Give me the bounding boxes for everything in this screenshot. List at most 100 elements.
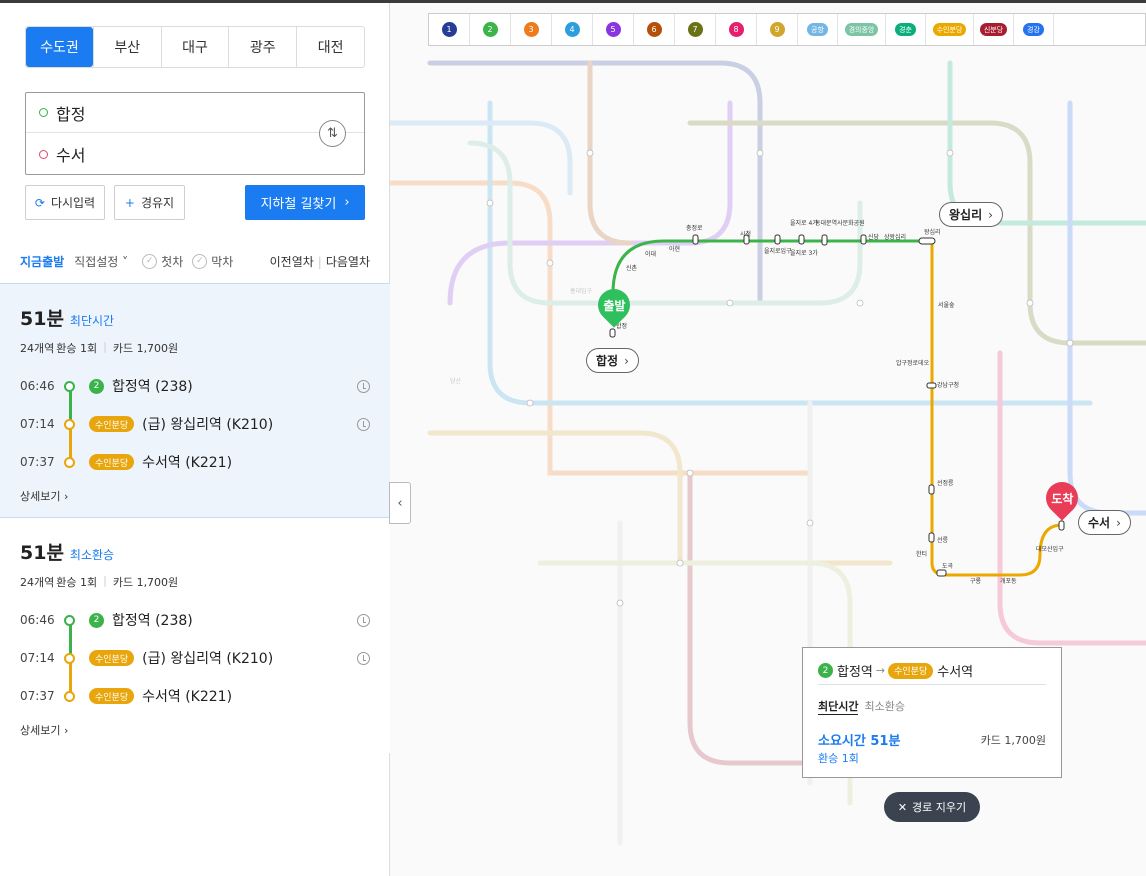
route-search-box: 합정 수서 ⇅ xyxy=(25,92,365,175)
find-route-button[interactable]: 지하철 길찾기 › xyxy=(245,185,365,220)
tab-region-seoul[interactable]: 수도권 xyxy=(26,27,93,67)
first-train-checkbox[interactable]: ✓ 첫차 xyxy=(142,253,183,270)
stop-time: 07:37 xyxy=(20,689,55,703)
popup-header: 2 합정역 → 수인분당 수서역 xyxy=(818,657,1046,685)
clock-icon[interactable] xyxy=(357,651,370,665)
add-waypoint-button[interactable]: + 경유지 xyxy=(114,185,185,220)
clock-icon[interactable] xyxy=(357,417,370,431)
station-chip-hapjeong[interactable]: 합정 › xyxy=(586,348,639,373)
chip-label: 합정 xyxy=(596,354,619,368)
stop-name: (급) 왕십리역 (K210) xyxy=(142,651,274,667)
line-filter-9[interactable]: 9 xyxy=(757,14,798,45)
line-filter-gyeongchun[interactable]: 경춘 xyxy=(886,14,926,45)
line-badge: 4 xyxy=(564,22,580,37)
route-duration: 51분 xyxy=(20,308,64,330)
chevron-right-icon: › xyxy=(988,207,993,222)
line-filter-airport[interactable]: 공항 xyxy=(798,14,838,45)
line-badge: 2 xyxy=(89,612,104,628)
route-result-fastest[interactable]: 51분 최단시간 24개역 환승 1회 | 카드 1,700원 06:46 2 … xyxy=(0,283,390,518)
end-pin[interactable]: 도착 xyxy=(1039,475,1085,521)
destination-field[interactable]: 수서 xyxy=(26,134,316,174)
clear-route-button[interactable]: ✕ 경로 지우기 xyxy=(884,792,980,822)
station-chip-suseo[interactable]: 수서 › xyxy=(1078,510,1131,535)
chevron-right-icon: › xyxy=(344,195,350,210)
station-label: 아현 xyxy=(669,245,680,253)
stop-time: 06:46 xyxy=(20,379,55,393)
collapse-panel-button[interactable]: ‹ xyxy=(389,482,411,524)
stop-name: 합정역 (238) xyxy=(112,613,193,629)
route-result-fewest-transfers[interactable]: 51분 최소환승 24개역 환승 1회 | 카드 1,700원 06:46 2 … xyxy=(0,518,390,753)
tab-fastest[interactable]: 최단시간 xyxy=(818,698,859,715)
line-filter-6[interactable]: 6 xyxy=(634,14,675,45)
clock-icon[interactable] xyxy=(357,613,370,627)
end-pin-label: 도착 xyxy=(1050,491,1074,506)
route-panel: 수도권 부산 대구 광주 대전 합정 수서 ⇅ ⟳ 다시입력 + 경유지 지하철… xyxy=(0,3,390,876)
station-label: 서울숲 xyxy=(938,301,955,309)
next-train-link[interactable]: 다음열차 xyxy=(326,255,370,269)
station-label: 시청 xyxy=(740,231,751,238)
line-filter-shinbundang[interactable]: 신분당 xyxy=(974,14,1014,45)
stop-time: 07:14 xyxy=(20,651,55,665)
prev-train-link[interactable]: 이전열차 xyxy=(270,255,314,269)
line-badge: 경춘 xyxy=(895,23,916,36)
popup-tabs: 최단시간 최소환승 xyxy=(818,698,905,715)
origin-field[interactable]: 합정 xyxy=(26,93,364,133)
popup-transfers: 환승 1회 xyxy=(818,752,859,765)
station-chip-wangsimni[interactable]: 왕십리 › xyxy=(939,202,1003,227)
route-detail-link[interactable]: 상세보기 › xyxy=(20,488,68,504)
station-label: 충정로 xyxy=(686,224,703,232)
refresh-icon: ⟳ xyxy=(34,195,45,210)
chevron-right-icon: › xyxy=(1116,515,1121,530)
line-badge: 1 xyxy=(441,22,457,37)
line-filter-1[interactable]: 1 xyxy=(429,14,470,45)
line-filter-suin-bundang[interactable]: 수인분당 xyxy=(926,14,974,45)
find-route-label: 지하철 길찾기 xyxy=(260,197,337,212)
custom-time-option[interactable]: 직접설정 ˅ xyxy=(74,253,128,270)
clock-icon[interactable] xyxy=(357,379,370,393)
line-badge: 경강 xyxy=(1023,23,1044,36)
line-filter-2[interactable]: 2 xyxy=(470,14,511,45)
station-count: 24개역 xyxy=(20,576,55,589)
line-filter-3[interactable]: 3 xyxy=(511,14,552,45)
chip-label: 수서 xyxy=(1088,516,1111,530)
route-meta: 24개역 환승 1회 | 카드 1,700원 xyxy=(20,340,178,356)
stop-time: 07:14 xyxy=(20,417,55,431)
line-badge: 2 xyxy=(482,22,498,37)
line-badge: 수인분당 xyxy=(89,416,135,432)
station-label: 구룡 xyxy=(970,578,982,585)
last-train-checkbox[interactable]: ✓ 막차 xyxy=(192,253,233,270)
line-badge: 8 xyxy=(728,22,744,37)
route-detail-link[interactable]: 상세보기 › xyxy=(20,722,68,738)
chip-label: 왕십리 xyxy=(949,208,983,222)
line-filter-8[interactable]: 8 xyxy=(716,14,757,45)
line-filter-gyeonggang[interactable]: 경강 xyxy=(1014,14,1054,45)
line-badge: 경의중앙 xyxy=(844,23,879,36)
line-badge: 수인분당 xyxy=(89,688,135,704)
route-stop: 07:37 수인분당 수서역 (K221) xyxy=(20,452,370,472)
tab-region-daegu[interactable]: 대구 xyxy=(160,27,229,67)
tab-region-daejeon[interactable]: 대전 xyxy=(296,27,364,67)
station-label: 압구정로데오 xyxy=(896,359,930,367)
last-train-label: 막차 xyxy=(211,254,234,269)
start-pin[interactable]: 출발 xyxy=(591,282,637,328)
line-filter-5[interactable]: 5 xyxy=(593,14,634,45)
origin-value: 합정 xyxy=(56,104,86,124)
custom-time-label: 직접설정 xyxy=(74,254,119,269)
route-fare: 카드 1,700원 xyxy=(112,576,179,589)
route-stop: 07:14 수인분당 (급) 왕십리역 (K210) xyxy=(20,414,370,434)
chevron-down-icon: ˅ xyxy=(118,254,129,269)
line-filter-7[interactable]: 7 xyxy=(675,14,716,45)
reset-button[interactable]: ⟳ 다시입력 xyxy=(25,185,105,220)
depart-now-option[interactable]: 지금출발 xyxy=(20,253,64,270)
line-filter-gyeongui[interactable]: 경의중앙 xyxy=(838,14,886,45)
station-label: 선정릉 xyxy=(937,479,954,487)
divider: | xyxy=(317,254,322,269)
tab-region-busan[interactable]: 부산 xyxy=(92,27,161,67)
tab-fewest-transfers[interactable]: 최소환승 xyxy=(864,698,904,715)
chevron-right-icon: › xyxy=(624,353,629,368)
swap-icon[interactable]: ⇅ xyxy=(319,120,346,147)
tab-region-gwangju[interactable]: 광주 xyxy=(228,27,296,67)
stop-name: 수서역 (K221) xyxy=(142,455,233,471)
line-filter-4[interactable]: 4 xyxy=(552,14,593,45)
route-stop: 07:37 수인분당 수서역 (K221) xyxy=(20,686,370,706)
